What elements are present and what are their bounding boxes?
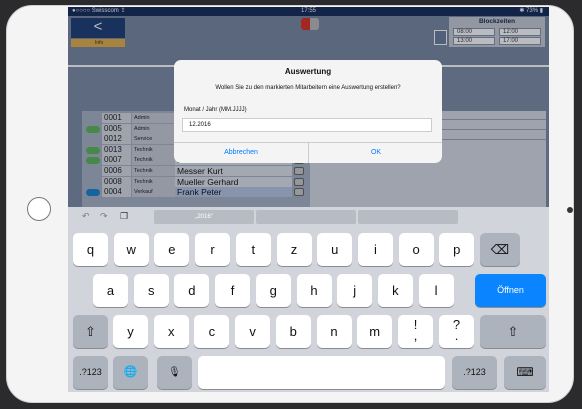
key-v[interactable]: v bbox=[235, 315, 271, 348]
suggestion-1[interactable]: „2016“ bbox=[154, 210, 254, 224]
key-exclamation[interactable]: ! , bbox=[398, 315, 433, 348]
suggestion-3[interactable] bbox=[358, 210, 458, 224]
key-p[interactable]: p bbox=[439, 233, 475, 266]
ipad-frame: ●○○○○ Swisscom ⇪ 17:55 ✱ 73% ▮ < Info Bl… bbox=[6, 5, 574, 403]
ok-button[interactable]: OK bbox=[309, 143, 442, 163]
key-f[interactable]: f bbox=[215, 274, 251, 307]
key-u[interactable]: u bbox=[317, 233, 353, 266]
shift-key-left[interactable]: ⇧ bbox=[73, 315, 108, 348]
number-key[interactable]: .?123 bbox=[73, 356, 108, 389]
key-j[interactable]: j bbox=[337, 274, 373, 307]
key-a[interactable]: a bbox=[93, 274, 128, 307]
key-k[interactable]: k bbox=[377, 274, 413, 307]
redo-icon[interactable]: ↷ bbox=[100, 211, 108, 222]
key-g[interactable]: g bbox=[255, 274, 291, 307]
month-year-input[interactable]: 12.2016 bbox=[182, 118, 432, 132]
key-n[interactable]: n bbox=[316, 315, 352, 348]
key-d[interactable]: d bbox=[174, 274, 210, 307]
key-c[interactable]: c bbox=[194, 315, 230, 348]
cancel-button[interactable]: Abbrechen bbox=[174, 143, 308, 163]
key-m[interactable]: m bbox=[357, 315, 393, 348]
globe-icon[interactable]: 🌐 bbox=[113, 356, 148, 389]
key-l[interactable]: l bbox=[418, 274, 454, 307]
key-i[interactable]: i bbox=[357, 233, 393, 266]
auswertung-dialog: Auswertung Wollen Sie zu den markierten … bbox=[174, 60, 442, 163]
screen: ●○○○○ Swisscom ⇪ 17:55 ✱ 73% ▮ < Info Bl… bbox=[68, 7, 549, 392]
open-key[interactable]: Öffnen bbox=[475, 274, 546, 307]
hide-keyboard-icon[interactable]: ⌨ bbox=[504, 356, 546, 389]
camera-dot bbox=[567, 207, 573, 213]
key-z[interactable]: z bbox=[276, 233, 312, 266]
number-key-right[interactable]: .?123 bbox=[452, 356, 497, 389]
key-y[interactable]: y bbox=[113, 315, 148, 348]
dialog-message: Wollen Sie zu den markierten Mitarbeiter… bbox=[215, 85, 401, 91]
key-t[interactable]: t bbox=[235, 233, 271, 266]
suggestion-2[interactable] bbox=[256, 210, 356, 224]
key-q[interactable]: q bbox=[73, 233, 108, 266]
key-x[interactable]: x bbox=[153, 315, 189, 348]
key-o[interactable]: o bbox=[398, 233, 434, 266]
space-bar[interactable] bbox=[198, 356, 445, 389]
key-e[interactable]: e bbox=[154, 233, 190, 266]
microphone-icon[interactable]: 🎙 bbox=[157, 356, 192, 389]
delete-key[interactable]: ⌫ bbox=[480, 233, 520, 266]
month-year-label: Monat / Jahr (MM.JJJJ) bbox=[184, 107, 247, 113]
key-h[interactable]: h bbox=[296, 274, 332, 307]
home-button[interactable] bbox=[27, 197, 51, 221]
key-w[interactable]: w bbox=[113, 233, 149, 266]
dialog-title: Auswertung bbox=[284, 67, 332, 76]
key-r[interactable]: r bbox=[195, 233, 231, 266]
paste-icon[interactable]: ❐ bbox=[120, 211, 128, 222]
app-area: ●○○○○ Swisscom ⇪ 17:55 ✱ 73% ▮ < Info Bl… bbox=[68, 7, 549, 207]
keyboard: ↶ ↷ ❐ „2016“ q w e r t z u i o p ⌫ a s d f g h j k l Öffnen ⇧… bbox=[68, 207, 549, 392]
shift-key-right[interactable]: ⇧ bbox=[480, 315, 546, 348]
undo-icon[interactable]: ↶ bbox=[82, 211, 90, 222]
key-b[interactable]: b bbox=[275, 315, 311, 348]
key-s[interactable]: s bbox=[133, 274, 169, 307]
key-question[interactable]: ? . bbox=[439, 315, 474, 348]
